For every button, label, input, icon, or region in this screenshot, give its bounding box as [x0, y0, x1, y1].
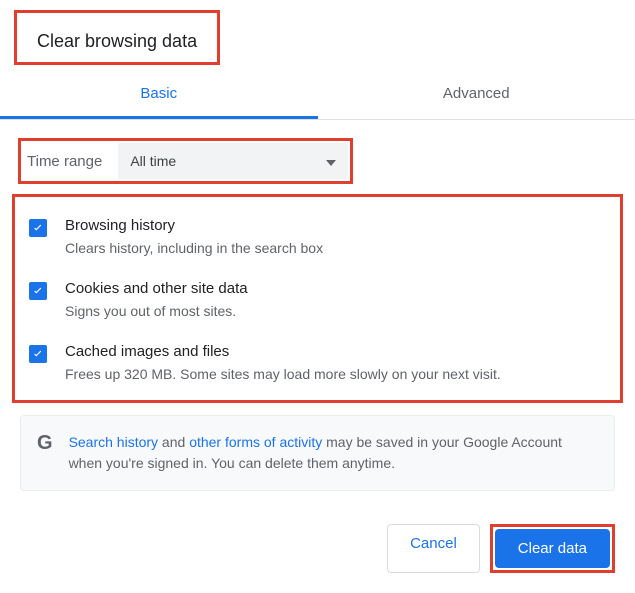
time-range-value: All time: [130, 153, 176, 169]
tabs-container: Basic Advanced: [0, 71, 635, 120]
option-desc: Frees up 320 MB. Some sites may load mor…: [65, 366, 612, 382]
option-desc: Clears history, including in the search …: [65, 240, 612, 256]
checkbox-browsing-history[interactable]: [29, 219, 47, 237]
tab-basic[interactable]: Basic: [0, 71, 318, 119]
time-range-label: Time range: [23, 147, 106, 176]
time-range-select[interactable]: All time: [118, 143, 348, 179]
tab-advanced[interactable]: Advanced: [318, 71, 635, 119]
option-row: Browsing history Clears history, includi…: [23, 205, 612, 268]
options-section: Browsing history Clears history, includi…: [12, 194, 623, 403]
clear-data-button[interactable]: Clear data: [495, 529, 610, 568]
other-activity-link[interactable]: other forms of activity: [189, 434, 322, 450]
checkbox-cache[interactable]: [29, 345, 47, 363]
info-text: Search history and other forms of activi…: [69, 432, 598, 474]
option-row: Cached images and files Frees up 320 MB.…: [23, 331, 612, 394]
option-title: Cookies and other site data: [65, 280, 612, 297]
info-box: G Search history and other forms of acti…: [20, 415, 615, 491]
search-history-link[interactable]: Search history: [69, 434, 158, 450]
checkbox-cookies[interactable]: [29, 282, 47, 300]
option-desc: Signs you out of most sites.: [65, 303, 612, 319]
button-row: Cancel Clear data: [387, 524, 615, 573]
option-row: Cookies and other site data Signs you ou…: [23, 268, 612, 331]
google-icon: G: [37, 432, 53, 455]
chevron-down-icon: [326, 153, 336, 169]
info-text-part: and: [158, 434, 189, 450]
cancel-button[interactable]: Cancel: [387, 524, 480, 573]
dialog-title: Clear browsing data: [17, 13, 217, 62]
option-title: Browsing history: [65, 217, 612, 234]
option-title: Cached images and files: [65, 343, 612, 360]
